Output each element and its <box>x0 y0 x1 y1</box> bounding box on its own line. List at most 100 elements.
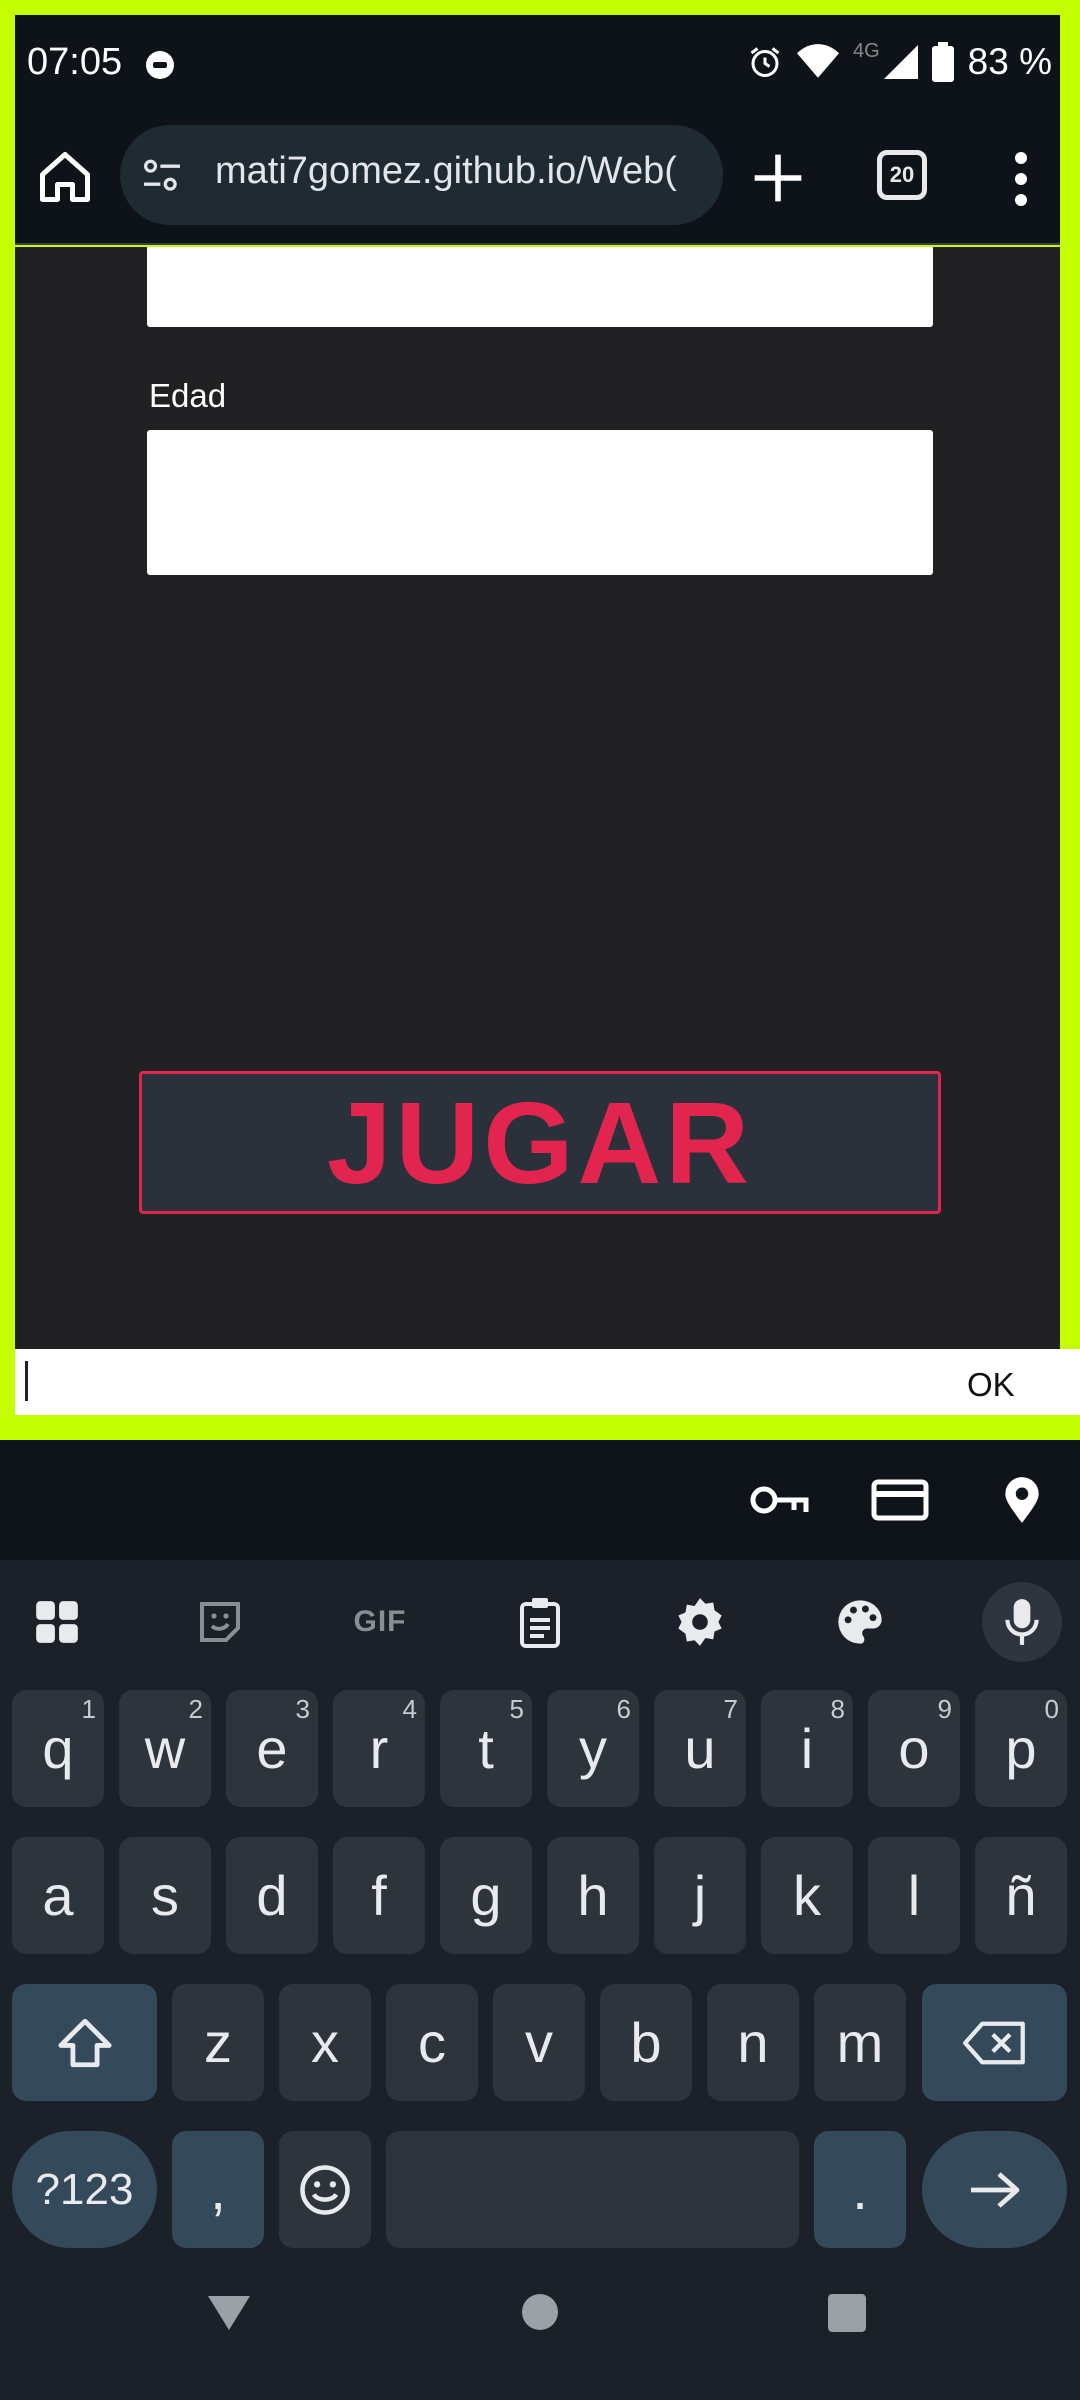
new-tab-icon[interactable] <box>750 150 806 206</box>
battery-icon <box>931 42 954 82</box>
key-y[interactable]: y6 <box>547 1690 639 1807</box>
tab-switcher-button[interactable]: 20 <box>877 150 927 200</box>
age-input[interactable] <box>147 430 933 575</box>
backspace-icon <box>962 2021 1025 2064</box>
play-button[interactable]: JUGAR <box>139 1071 941 1214</box>
web-content: Edad JUGAR <box>15 247 1060 1349</box>
key-f[interactable]: f <box>333 1837 425 1954</box>
key-hint: 6 <box>616 1694 631 1724</box>
key-label: i <box>800 1717 814 1780</box>
apps-grid-icon[interactable] <box>17 1582 97 1662</box>
ok-button[interactable]: OK <box>967 1366 1015 1404</box>
arrow-right-icon <box>970 2171 1019 2208</box>
key-z[interactable]: z <box>172 1984 264 2101</box>
url-bar[interactable]: mati7gomez.github.io/Web( <box>120 125 723 225</box>
key-label: r <box>369 1717 389 1780</box>
key-label: w <box>144 1717 186 1780</box>
more-menu-icon[interactable] <box>1015 152 1027 206</box>
key-g[interactable]: g <box>440 1837 532 1954</box>
key-e[interactable]: e3 <box>226 1690 318 1807</box>
key-icon[interactable] <box>750 1475 810 1525</box>
settings-icon[interactable] <box>660 1582 740 1662</box>
backspace-key[interactable] <box>922 1984 1067 2101</box>
key-r[interactable]: r4 <box>333 1690 425 1807</box>
home-nav-icon[interactable] <box>522 2294 558 2330</box>
site-settings-icon[interactable] <box>142 158 182 194</box>
url-fade <box>683 125 723 225</box>
gif-button[interactable]: GIF <box>340 1582 420 1662</box>
clipboard-icon[interactable] <box>500 1582 580 1662</box>
mic-icon[interactable] <box>982 1582 1062 1662</box>
key-n[interactable]: n <box>707 1984 799 2101</box>
text-cursor <box>25 1361 28 1401</box>
enter-key[interactable] <box>922 2131 1067 2248</box>
key-label: o <box>898 1717 930 1780</box>
browser-toolbar: mati7gomez.github.io/Web( 20 <box>15 110 1060 245</box>
back-icon[interactable] <box>206 2292 252 2332</box>
space-key[interactable] <box>386 2131 799 2248</box>
key-d[interactable]: d <box>226 1837 318 1954</box>
notification-app-icon <box>146 51 174 79</box>
name-input[interactable] <box>147 247 933 327</box>
symbols-key[interactable]: ?123 <box>12 2131 157 2248</box>
key-i[interactable]: i8 <box>761 1690 853 1807</box>
recents-icon[interactable] <box>828 2294 866 2332</box>
emoji-icon <box>300 2164 350 2215</box>
key-h[interactable]: h <box>547 1837 639 1954</box>
wifi-icon <box>796 44 839 78</box>
key-c[interactable]: c <box>386 1984 478 2101</box>
autofill-bar <box>0 1440 1080 1560</box>
key-k[interactable]: k <box>761 1837 853 1954</box>
key-label: u <box>684 1717 716 1780</box>
key-hint: 9 <box>937 1694 952 1724</box>
key-w[interactable]: w2 <box>119 1690 211 1807</box>
key-hint: 4 <box>402 1694 417 1724</box>
key-a[interactable]: a <box>12 1837 104 1954</box>
location-icon[interactable] <box>992 1475 1052 1525</box>
home-icon[interactable] <box>35 147 95 207</box>
key-o[interactable]: o9 <box>868 1690 960 1807</box>
palette-icon[interactable] <box>820 1582 900 1662</box>
credit-card-icon[interactable] <box>870 1475 930 1525</box>
key-hint: 5 <box>509 1694 524 1724</box>
key-hint: 8 <box>830 1694 845 1724</box>
soft-keyboard: GIF q1 w2 e3 r4 t5 y6 u7 i8 o9 p0 a s d … <box>0 1560 1080 2260</box>
cell-signal-icon <box>883 45 918 79</box>
key-label: y <box>579 1717 607 1780</box>
comma-key[interactable]: , <box>172 2131 264 2248</box>
age-label: Edad <box>149 377 227 414</box>
play-button-label: JUGAR <box>326 1077 754 1208</box>
key-v[interactable]: v <box>493 1984 585 2101</box>
key-hint: 1 <box>81 1694 96 1724</box>
key-label: p <box>1005 1717 1037 1780</box>
key-hint: 3 <box>295 1694 310 1724</box>
gif-label: GIF <box>353 1605 407 1638</box>
key-b[interactable]: b <box>600 1984 692 2101</box>
sticker-icon[interactable] <box>180 1582 260 1662</box>
status-time: 07:05 <box>27 41 123 83</box>
key-hint: 7 <box>723 1694 738 1724</box>
status-bar: 07:05 4G 83 % <box>15 15 1060 110</box>
key-x[interactable]: x <box>279 1984 371 2101</box>
period-key[interactable]: . <box>814 2131 906 2248</box>
key-p[interactable]: p0 <box>975 1690 1067 1807</box>
battery-percent: 83 % <box>967 41 1052 82</box>
keyboard-toolbar: GIF <box>0 1560 1080 1670</box>
key-t[interactable]: t5 <box>440 1690 532 1807</box>
alarm-icon <box>750 47 780 77</box>
system-nav-bar <box>0 2260 1080 2400</box>
key-hint: 2 <box>188 1694 203 1724</box>
key-m[interactable]: m <box>814 1984 906 2101</box>
key-q[interactable]: q1 <box>12 1690 104 1807</box>
key-label: e <box>256 1717 288 1780</box>
network-type: 4G <box>852 39 880 62</box>
key-j[interactable]: j <box>654 1837 746 1954</box>
shift-key[interactable] <box>12 1984 157 2101</box>
emoji-key[interactable] <box>279 2131 371 2248</box>
key-label: q <box>42 1717 74 1780</box>
key-l[interactable]: l <box>868 1837 960 1954</box>
prompt-input-bar[interactable]: OK <box>15 1349 1080 1415</box>
key-n-tilde[interactable]: ñ <box>975 1837 1067 1954</box>
key-s[interactable]: s <box>119 1837 211 1954</box>
key-u[interactable]: u7 <box>654 1690 746 1807</box>
